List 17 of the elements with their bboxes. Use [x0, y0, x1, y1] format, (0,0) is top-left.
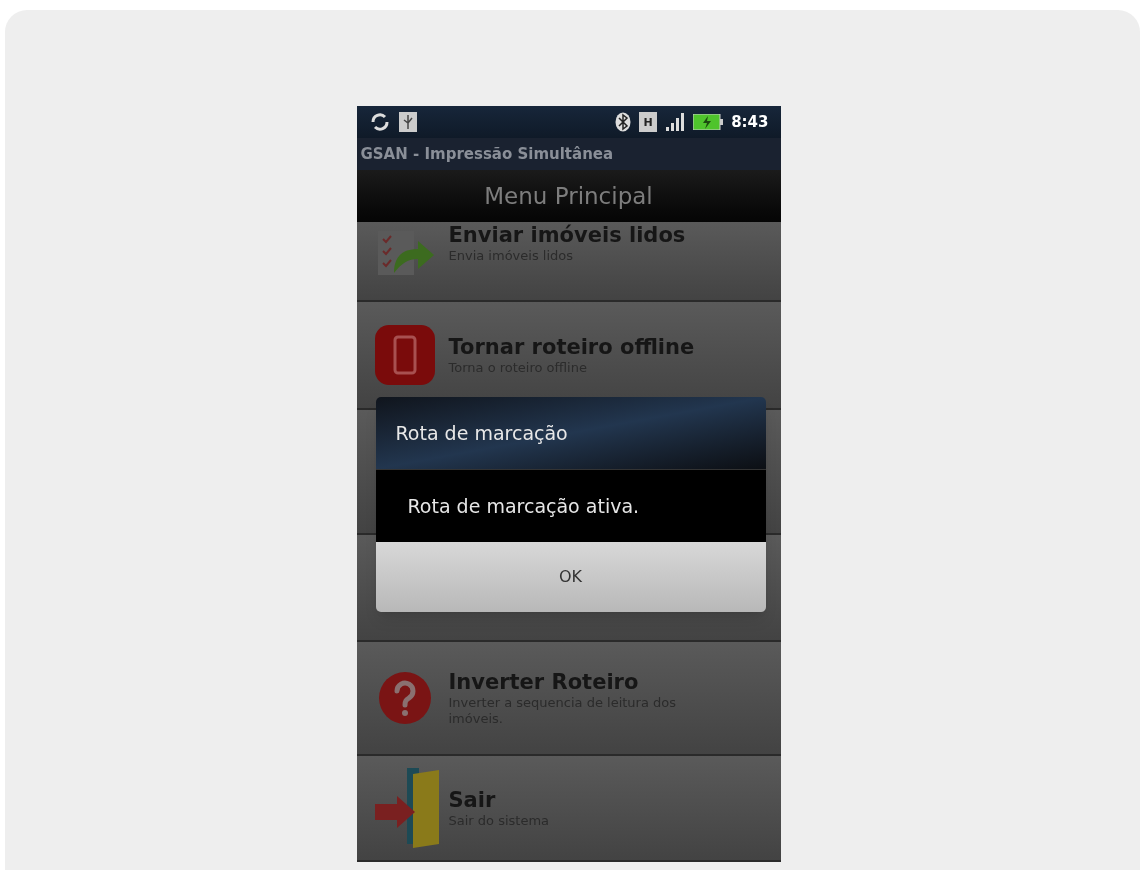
menu-item-title: Tornar roteiro offline — [448, 333, 696, 360]
battery-charging-icon — [693, 114, 724, 130]
ok-button[interactable]: OK — [375, 542, 766, 612]
network-type-indicator: H — [639, 112, 658, 132]
question-mark-icon — [376, 670, 433, 726]
dialog-message: Rota de marcação ativa. — [407, 493, 640, 519]
menu-item-title: Inverter Roteiro — [448, 668, 640, 695]
usb-icon — [398, 112, 417, 132]
menu-item-title: Sair — [448, 786, 497, 813]
clock-time: 8:43 — [731, 111, 769, 133]
screen-heading: Menu Principal — [484, 181, 653, 211]
phone-tile-icon — [372, 323, 437, 387]
dialog-title: Rota de marcação — [395, 420, 568, 446]
app-title: GSAN - Impressão Simultânea — [360, 143, 614, 165]
signal-icon — [665, 113, 686, 131]
bluetooth-icon — [615, 112, 632, 132]
menu-item-title: Enviar imóveis lidos — [448, 221, 687, 248]
